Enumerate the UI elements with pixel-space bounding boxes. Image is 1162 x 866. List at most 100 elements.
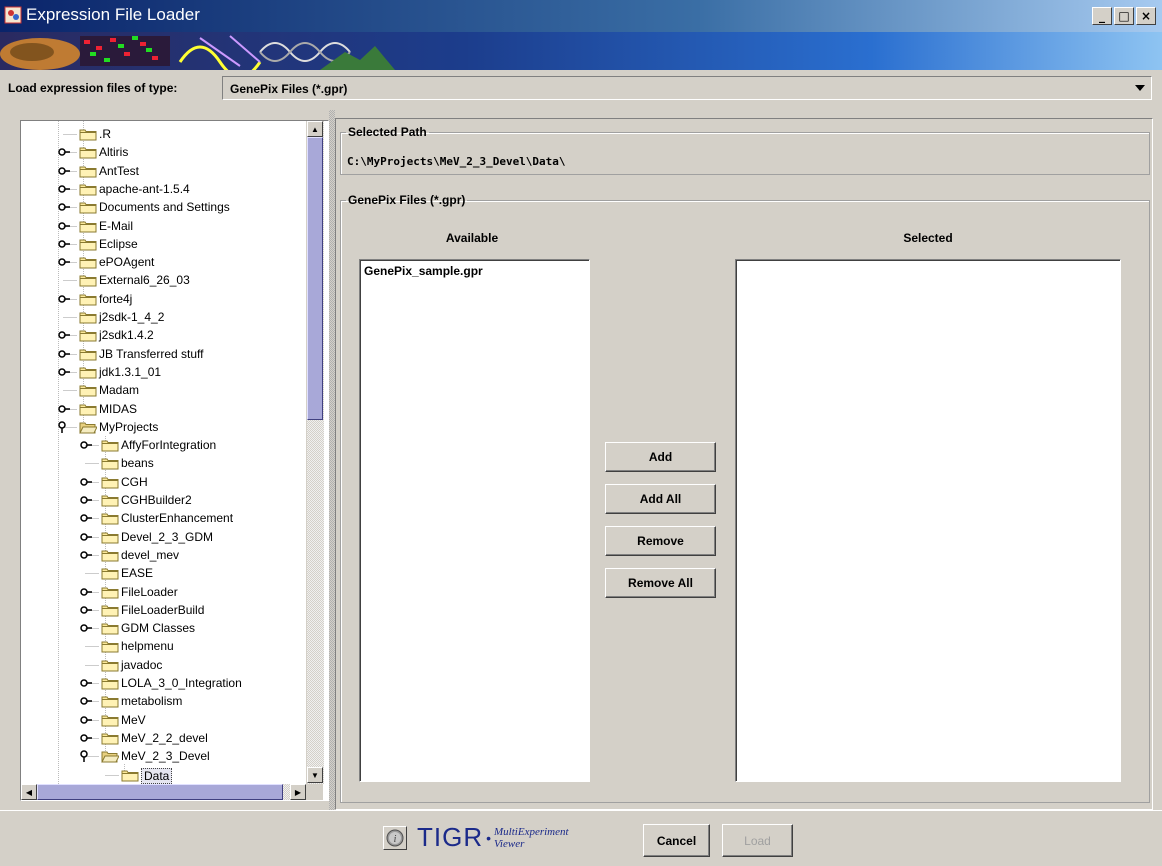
tree-item[interactable]: GDM Classes (21, 619, 308, 637)
tree-item[interactable]: Altiris (21, 143, 308, 161)
folder-icon (79, 202, 97, 214)
collapsed-handle-icon[interactable] (57, 182, 71, 196)
info-button[interactable]: i (383, 826, 407, 850)
minimize-button[interactable]: _ (1092, 7, 1112, 25)
tree-item[interactable]: forte4j (21, 290, 308, 308)
collapsed-handle-icon[interactable] (79, 731, 93, 745)
tree-item[interactable]: External6_26_03 (21, 271, 308, 289)
maximize-button[interactable]: □ (1114, 7, 1134, 25)
tree-item[interactable]: FileLoaderBuild (21, 601, 308, 619)
collapsed-handle-icon[interactable] (57, 200, 71, 214)
scroll-up-arrow-icon[interactable]: ▲ (307, 121, 323, 137)
tree-item[interactable]: Eclipse (21, 235, 308, 253)
tree-item[interactable]: ClusterEnhancement (21, 509, 308, 527)
tree-vertical-scrollbar[interactable]: ▲ ▼ (306, 121, 324, 784)
collapsed-handle-icon[interactable] (79, 548, 93, 562)
scroll-right-arrow-icon[interactable]: ▶ (290, 784, 306, 800)
tree-item[interactable]: CGH (21, 473, 308, 491)
remove-all-button[interactable]: Remove All (605, 568, 716, 598)
collapsed-handle-icon[interactable] (79, 603, 93, 617)
tree-item[interactable]: AffyForIntegration (21, 436, 308, 454)
tree-item[interactable]: devel_mev (21, 546, 308, 564)
add-button[interactable]: Add (605, 442, 716, 472)
tree-item[interactable]: jdk1.3.1_01 (21, 363, 308, 381)
expanded-handle-icon[interactable] (57, 420, 71, 434)
collapsed-handle-icon[interactable] (79, 585, 93, 599)
collapsed-handle-icon[interactable] (57, 219, 71, 233)
tree-horizontal-scrollbar[interactable]: ◀ ▶ (21, 784, 306, 800)
collapsed-handle-icon[interactable] (79, 493, 93, 507)
collapsed-handle-icon[interactable] (79, 530, 93, 544)
tree-item[interactable]: MeV (21, 711, 308, 729)
tree-item[interactable]: EASE (21, 564, 308, 582)
tree-item[interactable]: FileLoader (21, 583, 308, 601)
tree-item-label: FileLoader (121, 584, 178, 599)
collapsed-handle-icon[interactable] (57, 145, 71, 159)
tree-item[interactable]: AntTest (21, 162, 308, 180)
tree-item[interactable]: ePOAgent (21, 253, 308, 271)
tree-item[interactable]: MeV_2_3_Devel (21, 747, 308, 765)
list-item[interactable]: GenePix_sample.gpr (364, 264, 483, 278)
app-icon (4, 6, 22, 24)
collapsed-handle-icon[interactable] (79, 438, 93, 452)
folder-icon (79, 147, 97, 159)
collapsed-handle-icon[interactable] (57, 164, 71, 178)
collapsed-handle-icon[interactable] (79, 676, 93, 690)
tree-item[interactable]: E-Mail (21, 217, 308, 235)
tree-item-label: CGH (121, 474, 148, 489)
tree-item[interactable]: Documents and Settings (21, 198, 308, 216)
tree-item[interactable]: LOLA_3_0_Integration (21, 674, 308, 692)
collapsed-handle-icon[interactable] (57, 255, 71, 269)
tree-item[interactable]: metabolism (21, 692, 308, 710)
file-type-dropdown[interactable]: GenePix Files (*.gpr) (222, 76, 1152, 100)
collapsed-handle-icon[interactable] (79, 713, 93, 727)
logo-dot: • (486, 829, 492, 846)
folder-icon (101, 678, 119, 690)
tree-item[interactable]: MyProjects (21, 418, 308, 436)
collapsed-handle-icon[interactable] (57, 347, 71, 361)
add-all-button[interactable]: Add All (605, 484, 716, 514)
tree-item[interactable]: Madam (21, 381, 308, 399)
load-button[interactable]: Load (722, 824, 793, 857)
file-list-legend: GenePix Files (*.gpr) (348, 193, 466, 207)
collapsed-handle-icon[interactable] (79, 621, 93, 635)
collapsed-handle-icon[interactable] (57, 402, 71, 416)
vertical-scroll-thumb[interactable] (307, 137, 323, 420)
scroll-left-arrow-icon[interactable]: ◀ (21, 784, 37, 800)
chevron-down-icon[interactable] (1135, 85, 1145, 91)
tree-item[interactable]: javadoc (21, 656, 308, 674)
svg-text:i: i (394, 834, 397, 845)
close-button[interactable]: × (1136, 7, 1156, 25)
collapsed-handle-icon[interactable] (79, 475, 93, 489)
tree-item-label: jdk1.3.1_01 (99, 364, 162, 379)
scroll-down-arrow-icon[interactable]: ▼ (307, 767, 323, 783)
collapsed-handle-icon[interactable] (57, 328, 71, 342)
collapsed-handle-icon[interactable] (79, 511, 93, 525)
selected-files-list[interactable] (735, 259, 1121, 782)
available-files-list[interactable]: GenePix_sample.gpr (359, 259, 590, 782)
tree-item[interactable]: Devel_2_3_GDM (21, 528, 308, 546)
folder-icon (101, 660, 119, 672)
tree-item[interactable]: beans (21, 454, 308, 472)
folder-icon (79, 257, 97, 269)
tree-item[interactable]: MIDAS (21, 400, 308, 418)
tree-item[interactable]: apache-ant-1.5.4 (21, 180, 308, 198)
tree-item[interactable]: JB Transferred stuff (21, 345, 308, 363)
folder-icon (79, 129, 97, 141)
collapsed-handle-icon[interactable] (57, 237, 71, 251)
tree-item[interactable]: helpmenu (21, 637, 308, 655)
tree-item[interactable]: Data (21, 766, 308, 784)
tree-item[interactable]: j2sdk-1_4_2 (21, 308, 308, 326)
tree-item[interactable]: .R (21, 125, 308, 143)
expanded-handle-icon[interactable] (79, 749, 93, 763)
tree-item[interactable]: j2sdk1.4.2 (21, 326, 308, 344)
collapsed-handle-icon[interactable] (57, 292, 71, 306)
tree-item-label: LOLA_3_0_Integration (121, 676, 242, 690)
tree-item[interactable]: CGHBuilder2 (21, 491, 308, 509)
cancel-button[interactable]: Cancel (643, 824, 710, 857)
collapsed-handle-icon[interactable] (79, 694, 93, 708)
remove-button[interactable]: Remove (605, 526, 716, 556)
collapsed-handle-icon[interactable] (57, 365, 71, 379)
horizontal-scroll-thumb[interactable] (37, 784, 283, 800)
tree-item[interactable]: MeV_2_2_devel (21, 729, 308, 747)
